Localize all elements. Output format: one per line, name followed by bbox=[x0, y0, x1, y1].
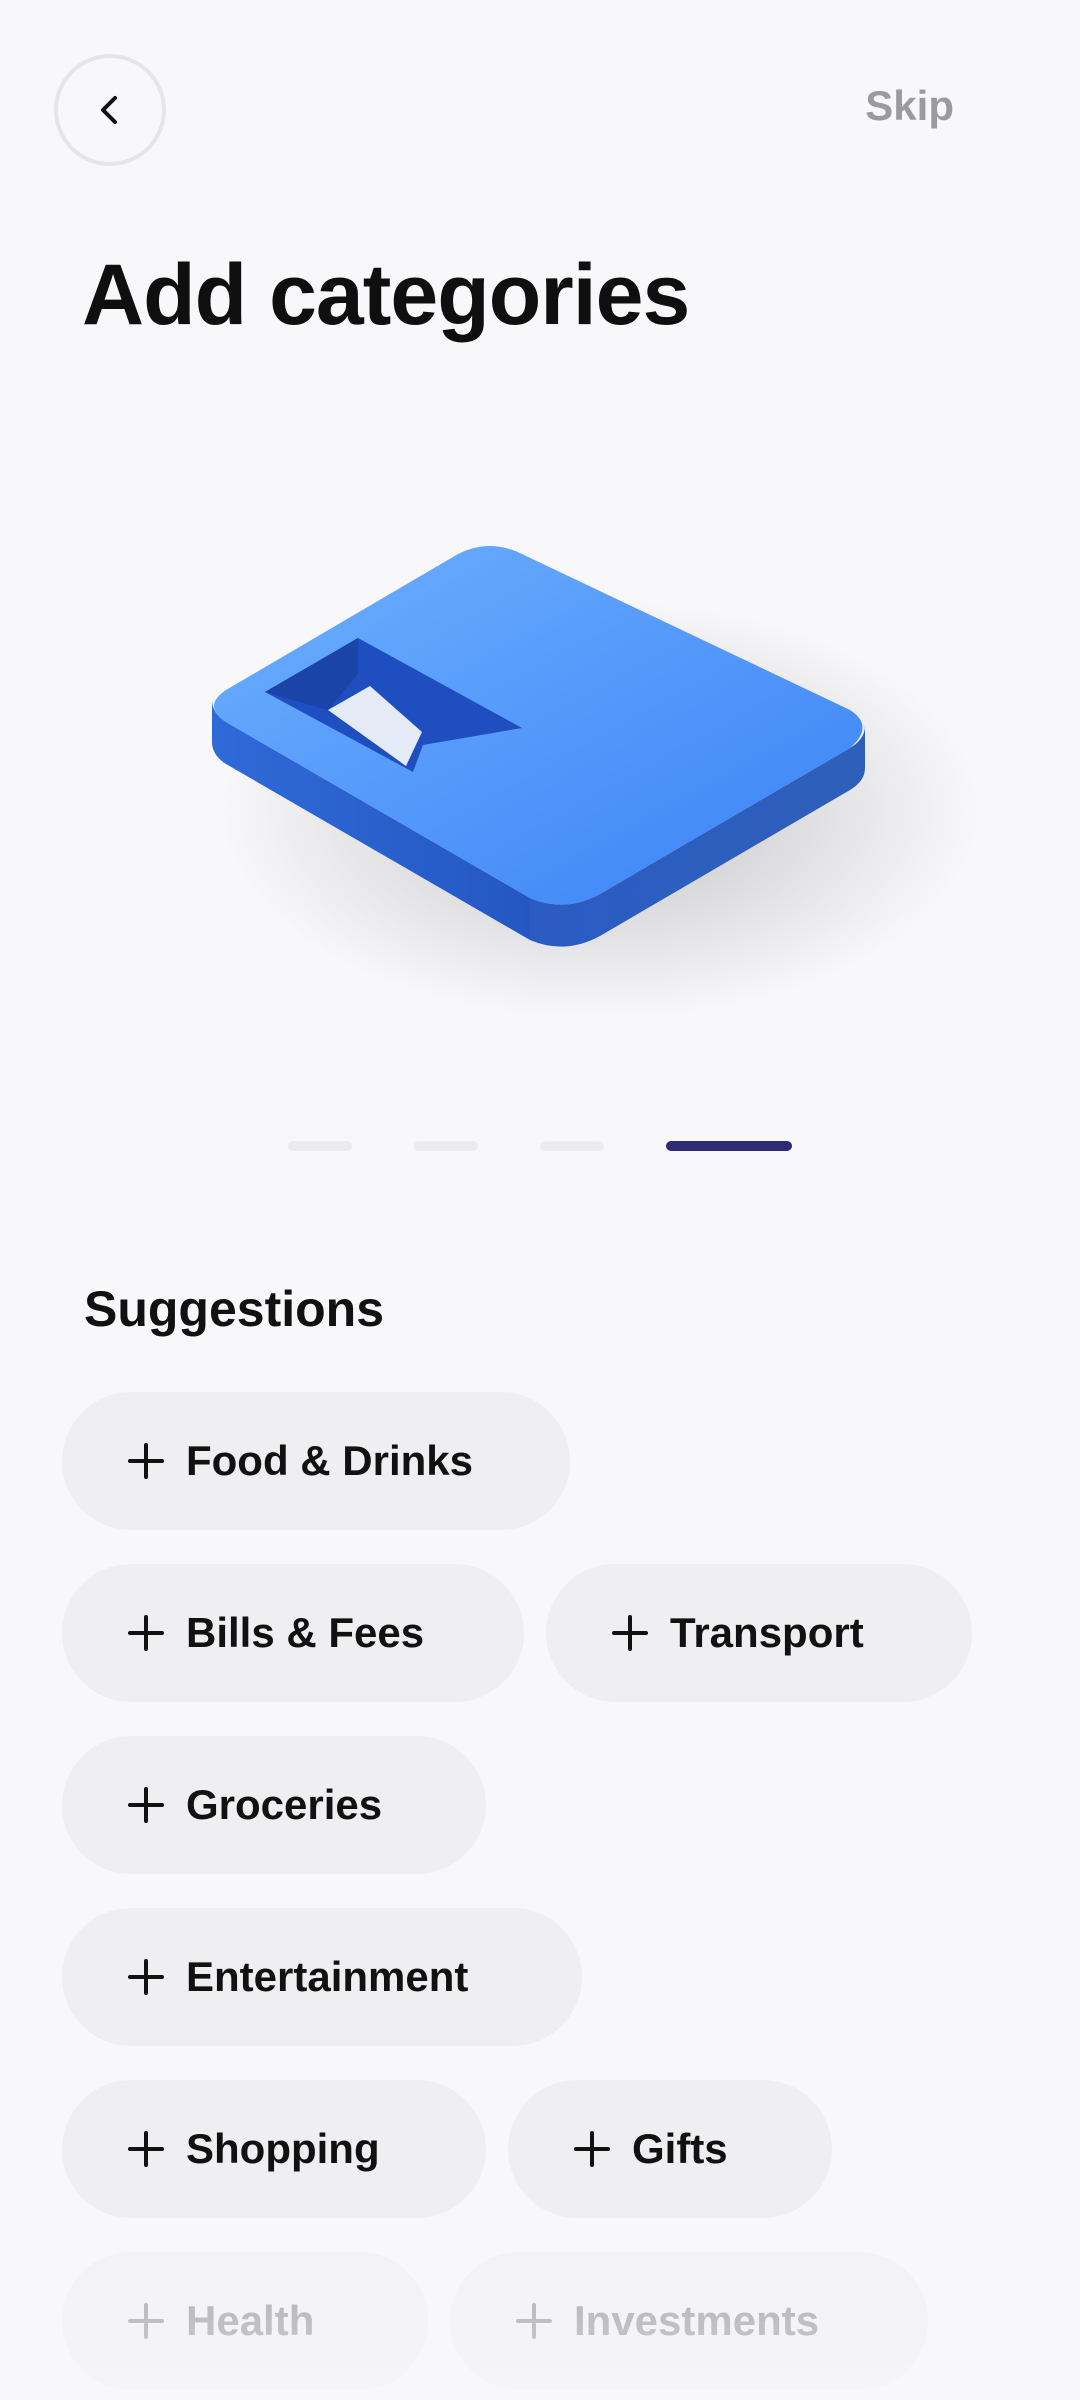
chevron-left-icon bbox=[101, 96, 117, 124]
chip-transport[interactable]: Transport bbox=[546, 1564, 972, 1702]
carousel-dot[interactable] bbox=[414, 1141, 478, 1151]
chip-health[interactable]: Health bbox=[62, 2252, 428, 2390]
chip-label: Health bbox=[186, 2297, 315, 2344]
chip-bills-fees[interactable]: Bills & Fees bbox=[62, 1564, 524, 1702]
page-title: Add categories bbox=[82, 247, 690, 343]
chip-label: Entertainment bbox=[186, 1953, 469, 2000]
chip-food-drinks[interactable]: Food & Drinks bbox=[62, 1392, 570, 1530]
plus-icon bbox=[516, 2303, 552, 2339]
plus-icon bbox=[128, 1959, 164, 1995]
plus-icon bbox=[128, 1443, 164, 1479]
plus-icon bbox=[128, 2131, 164, 2167]
suggestions-heading: Suggestions bbox=[84, 1281, 385, 1337]
plus-icon bbox=[612, 1615, 648, 1651]
back-button[interactable] bbox=[54, 54, 166, 166]
plus-icon bbox=[128, 1787, 164, 1823]
chip-label: Groceries bbox=[186, 1781, 383, 1828]
plus-icon bbox=[128, 2303, 164, 2339]
plus-icon bbox=[574, 2131, 610, 2167]
chip-label: Investments bbox=[574, 2297, 820, 2344]
carousel-dot[interactable] bbox=[288, 1141, 352, 1151]
carousel-dot[interactable] bbox=[540, 1141, 604, 1151]
chip-shopping[interactable]: Shopping bbox=[62, 2080, 486, 2218]
carousel-dot-active[interactable] bbox=[666, 1141, 792, 1151]
chip-investments[interactable]: Investments bbox=[450, 2252, 928, 2390]
chip-label: Gifts bbox=[632, 2125, 728, 2172]
wallet-card-illustration bbox=[212, 546, 980, 1020]
chip-label: Bills & Fees bbox=[186, 1609, 425, 1656]
skip-button[interactable]: Skip bbox=[865, 82, 954, 130]
chip-label: Shopping bbox=[186, 2125, 380, 2172]
plus-icon bbox=[128, 1615, 164, 1651]
carousel-indicator bbox=[288, 1141, 792, 1151]
chip-groceries[interactable]: Groceries bbox=[62, 1736, 486, 1874]
chip-entertainment[interactable]: Entertainment bbox=[62, 1908, 582, 2046]
chip-label: Food & Drinks bbox=[186, 1437, 474, 1484]
chip-gifts[interactable]: Gifts bbox=[508, 2080, 832, 2218]
chip-label: Transport bbox=[670, 1609, 864, 1656]
